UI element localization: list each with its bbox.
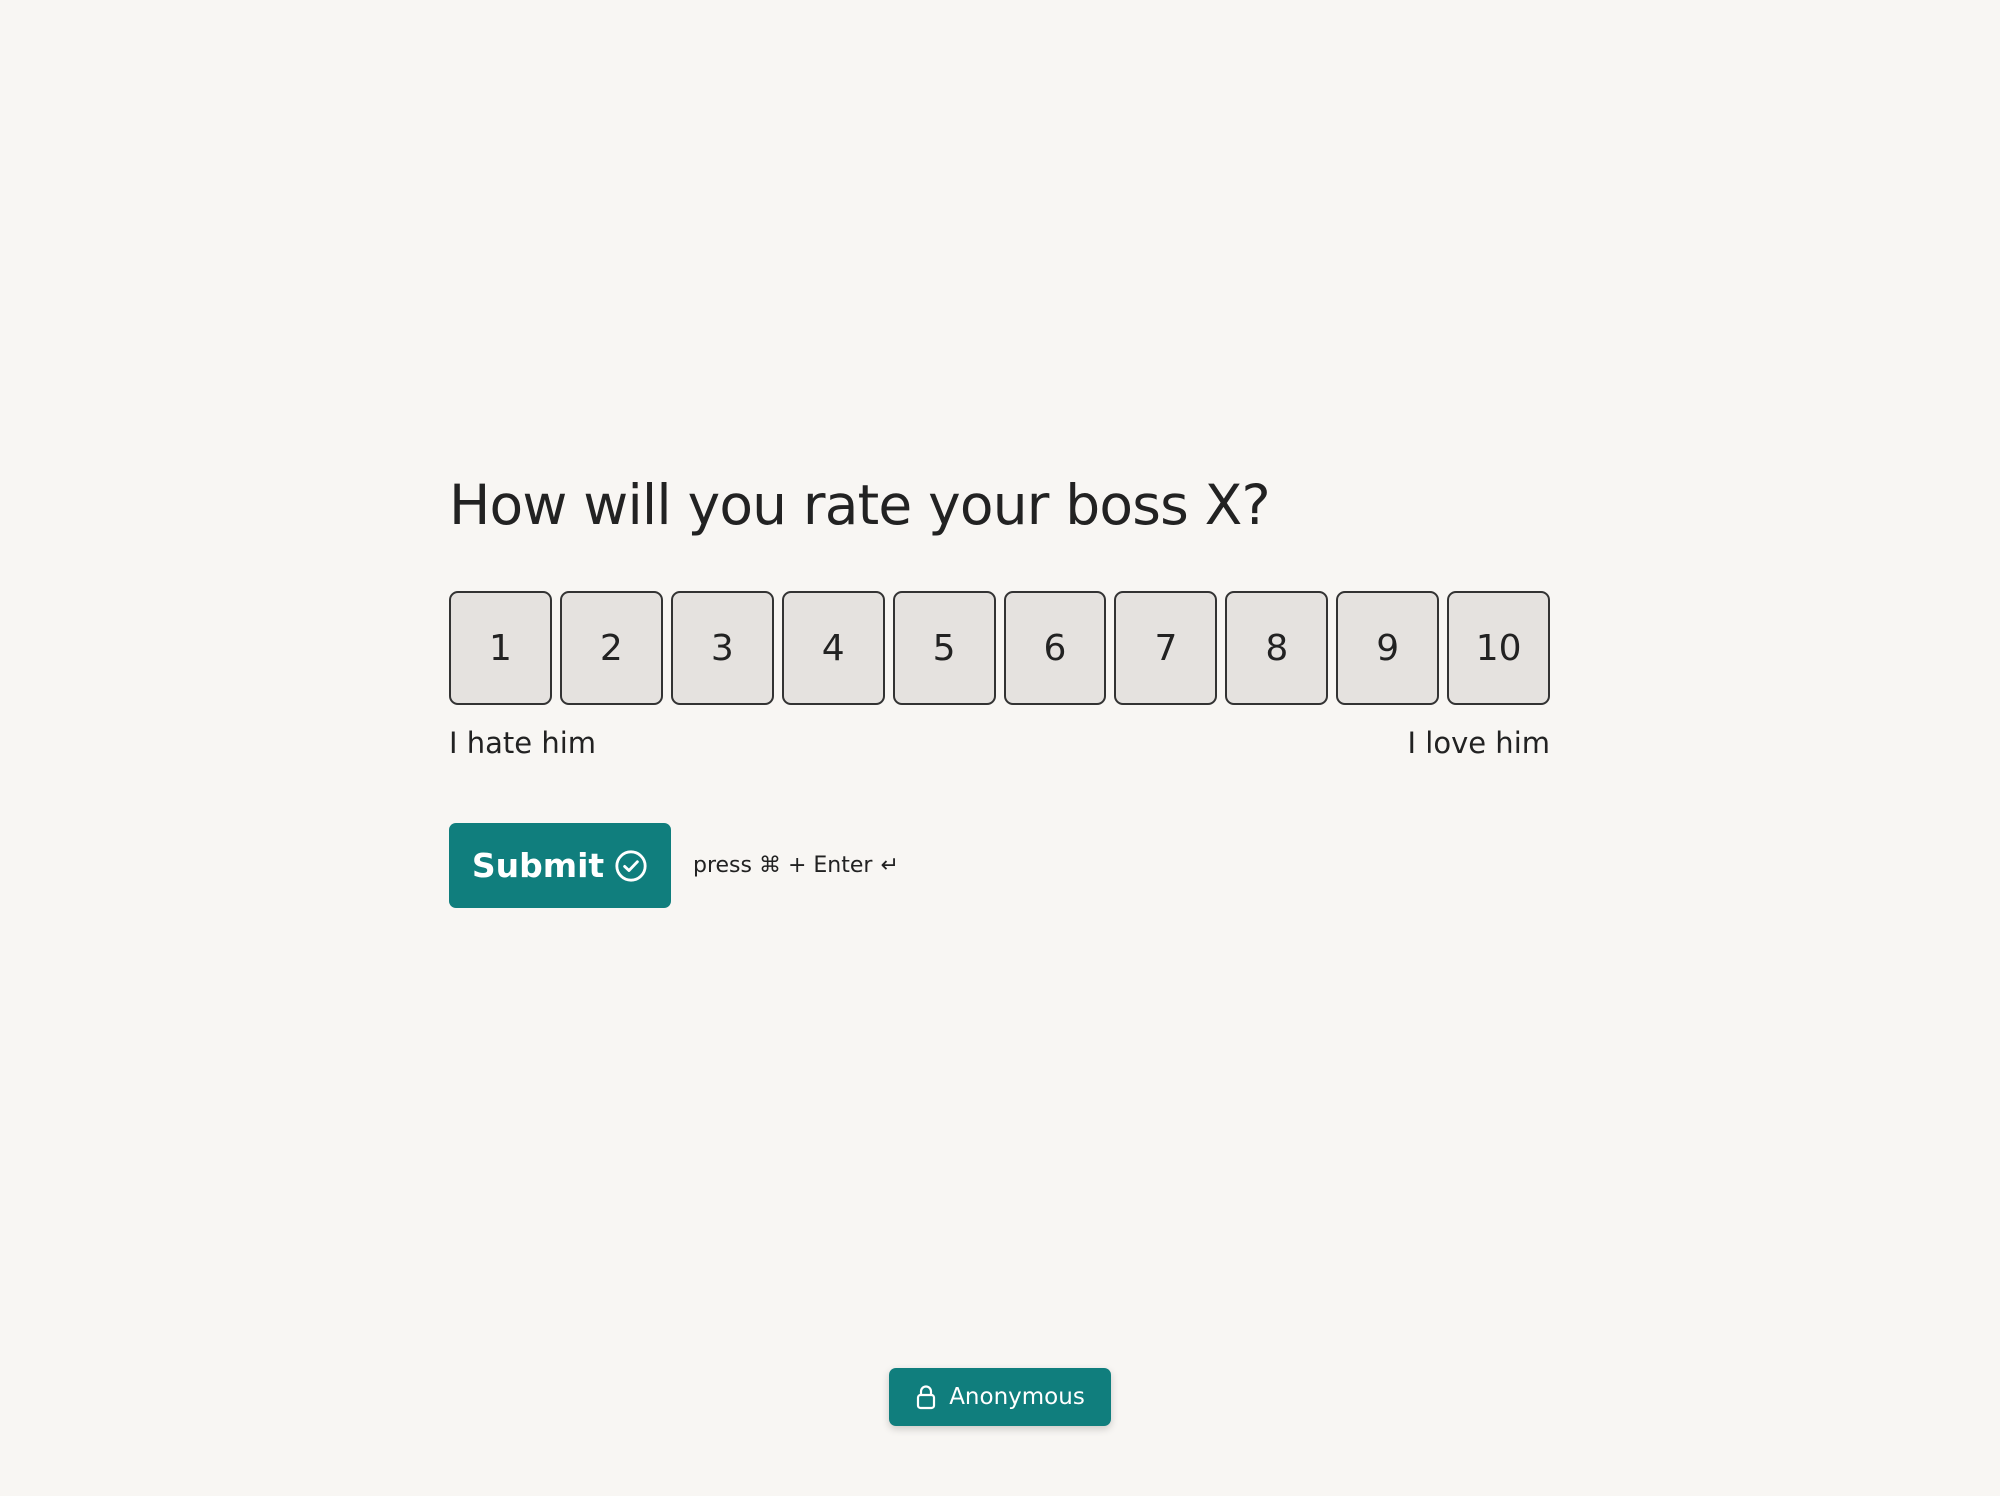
scale-max-label: I love him [1407, 726, 1550, 760]
rating-option-8[interactable]: 8 [1225, 591, 1329, 705]
rating-option-3[interactable]: 3 [670, 591, 774, 705]
question-title: How will you rate your boss X? [449, 473, 1271, 537]
keyboard-hint: press ⌘ + Enter ↵ [693, 853, 899, 878]
scale-labels: I hate him I love him [449, 723, 1550, 763]
rating-option-10[interactable]: 10 [1447, 591, 1551, 705]
rating-scale: 1 2 3 4 5 6 7 8 9 10 [449, 591, 1551, 705]
rating-option-1[interactable]: 1 [449, 591, 552, 705]
question-form: How will you rate your boss X? 1 2 3 4 5… [449, 463, 1551, 908]
rating-option-6[interactable]: 6 [1003, 591, 1107, 705]
form-actions: Submit press ⌘ + Enter ↵ [449, 823, 1550, 908]
keyboard-hint-text: press ⌘ + Enter [693, 853, 873, 878]
rating-option-4[interactable]: 4 [781, 591, 885, 705]
rating-option-2[interactable]: 2 [559, 591, 663, 705]
submit-button[interactable]: Submit [449, 823, 671, 908]
rating-option-7[interactable]: 7 [1114, 591, 1218, 705]
submit-button-label: Submit [471, 846, 605, 885]
scale-min-label: I hate him [449, 726, 597, 760]
anonymous-badge-label: Anonymous [949, 1384, 1085, 1410]
rating-option-9[interactable]: 9 [1336, 591, 1440, 705]
check-circle-icon [615, 849, 647, 882]
lock-icon [917, 1385, 936, 1410]
return-arrow-icon: ↵ [880, 853, 899, 878]
anonymous-badge[interactable]: Anonymous [889, 1368, 1111, 1426]
rating-option-5[interactable]: 5 [892, 591, 996, 705]
